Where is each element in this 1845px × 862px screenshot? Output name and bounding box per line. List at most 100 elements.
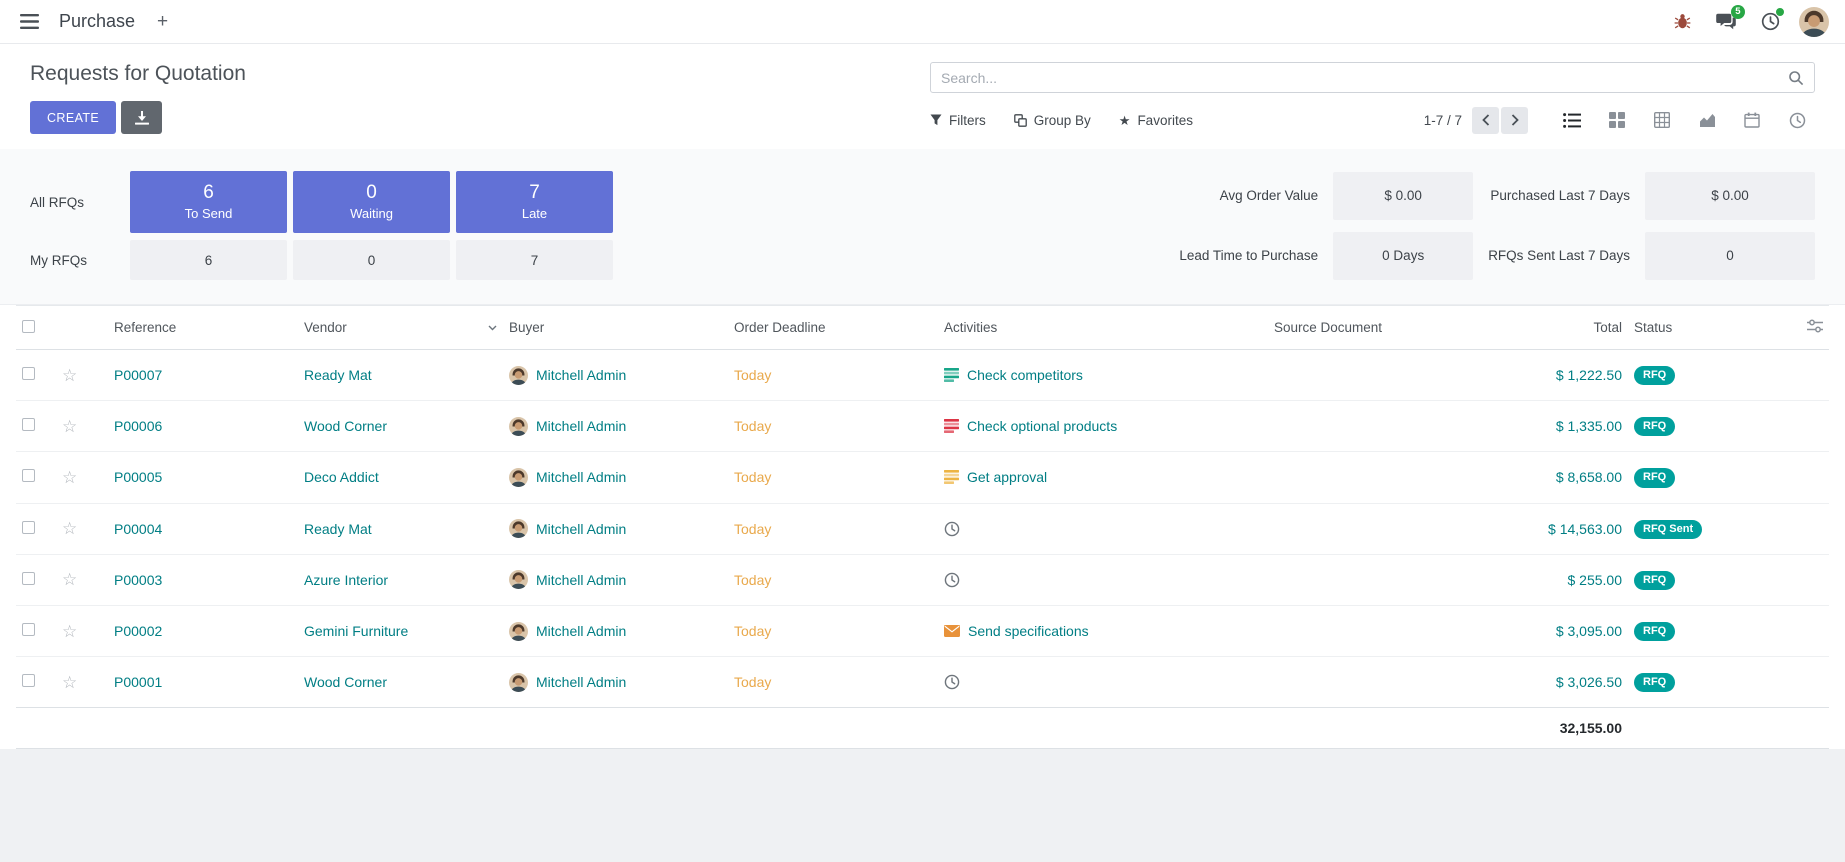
row-checkbox[interactable] [22, 418, 35, 431]
app-name[interactable]: Purchase [59, 11, 135, 32]
header-status[interactable]: Status [1628, 306, 1778, 350]
rfqs-sent-last-7-days[interactable]: 0 [1645, 232, 1815, 280]
row-checkbox[interactable] [22, 572, 35, 585]
reference-link[interactable]: P00003 [114, 572, 162, 588]
filters-button[interactable]: Filters [930, 113, 986, 128]
favorite-star-icon[interactable]: ☆ [62, 673, 77, 692]
calendar-view-icon[interactable] [1734, 105, 1770, 135]
user-avatar[interactable] [1799, 7, 1829, 37]
header-reference[interactable]: Reference [108, 306, 298, 350]
reference-link[interactable]: P00004 [114, 521, 162, 537]
header-vendor[interactable]: Vendor [298, 306, 503, 350]
row-checkbox[interactable] [22, 623, 35, 636]
activity-link[interactable]: Check competitors [967, 367, 1083, 383]
row-checkbox[interactable] [22, 469, 35, 482]
vendor-link[interactable]: Ready Mat [304, 521, 372, 537]
pager-previous-button[interactable] [1472, 107, 1499, 134]
avg-order-value[interactable]: $ 0.00 [1333, 172, 1473, 220]
buyer-link[interactable]: Mitchell Admin [536, 674, 626, 690]
row-checkbox[interactable] [22, 674, 35, 687]
table-row[interactable]: ☆ P00004 Ready Mat Mitchell Admin Today … [16, 503, 1829, 554]
schedule-activity-clock-icon[interactable] [944, 572, 960, 588]
reference-link[interactable]: P00002 [114, 623, 162, 639]
new-tab-button[interactable]: + [151, 11, 174, 33]
pivot-view-icon[interactable] [1644, 105, 1680, 135]
kanban-view-icon[interactable] [1599, 105, 1635, 135]
activity-type-tasks-icon[interactable] [944, 470, 959, 484]
favorite-star-icon[interactable]: ☆ [62, 570, 77, 589]
header-order-deadline[interactable]: Order Deadline [728, 306, 938, 350]
vendor-link[interactable]: Deco Addict [304, 469, 379, 485]
list-view-icon[interactable] [1554, 105, 1590, 135]
activity-link[interactable]: Send specifications [968, 623, 1089, 639]
activity-type-email-icon[interactable] [944, 625, 960, 637]
activity-link[interactable]: Get approval [967, 469, 1047, 485]
table-row[interactable]: ☆ P00002 Gemini Furniture Mitchell Admin… [16, 605, 1829, 656]
debug-bug-icon[interactable] [1667, 7, 1697, 37]
favorites-button[interactable]: ★ Favorites [1119, 113, 1193, 128]
buyer-link[interactable]: Mitchell Admin [536, 623, 626, 639]
optional-columns-icon[interactable] [1807, 319, 1823, 333]
row-checkbox[interactable] [22, 367, 35, 380]
lead-time-value[interactable]: 0 Days [1333, 232, 1473, 280]
reference-link[interactable]: P00007 [114, 367, 162, 383]
favorite-star-icon[interactable]: ☆ [62, 519, 77, 538]
header-source-document[interactable]: Source Document [1268, 306, 1518, 350]
control-panel: Requests for Quotation CREATE [0, 44, 1845, 149]
select-all-checkbox[interactable] [22, 320, 35, 333]
buyer-link[interactable]: Mitchell Admin [536, 572, 626, 588]
buyer-link[interactable]: Mitchell Admin [536, 469, 626, 485]
lead-time-label: Lead Time to Purchase [1179, 248, 1318, 263]
header-buyer[interactable]: Buyer [503, 306, 728, 350]
header-activities[interactable]: Activities [938, 306, 1268, 350]
table-row[interactable]: ☆ P00006 Wood Corner Mitchell Admin Toda… [16, 401, 1829, 452]
search-input[interactable] [931, 63, 1778, 92]
vendor-link[interactable]: Ready Mat [304, 367, 372, 383]
messages-menu-icon[interactable]: 5 [1711, 7, 1741, 37]
activity-view-icon[interactable] [1779, 105, 1815, 135]
schedule-activity-clock-icon[interactable] [944, 674, 960, 690]
table-row[interactable]: ☆ P00005 Deco Addict Mitchell Admin Toda… [16, 452, 1829, 503]
favorite-star-icon[interactable]: ☆ [62, 366, 77, 385]
waiting-card[interactable]: 0 Waiting [293, 171, 450, 233]
group-by-button[interactable]: Group By [1014, 113, 1091, 128]
buyer-link[interactable]: Mitchell Admin [536, 418, 626, 434]
to-send-card[interactable]: 6 To Send [130, 171, 287, 233]
search-icon[interactable] [1778, 70, 1814, 86]
buyer-link[interactable]: Mitchell Admin [536, 367, 626, 383]
schedule-activity-clock-icon[interactable] [944, 521, 960, 537]
create-button[interactable]: CREATE [30, 101, 116, 134]
favorite-star-icon[interactable]: ☆ [62, 417, 77, 436]
header-total[interactable]: Total [1518, 306, 1628, 350]
graph-view-icon[interactable] [1689, 105, 1725, 135]
rfq-list: Reference Vendor Buyer Order Deadline Ac… [0, 305, 1845, 749]
vendor-link[interactable]: Wood Corner [304, 418, 387, 434]
table-row[interactable]: ☆ P00003 Azure Interior Mitchell Admin T… [16, 554, 1829, 605]
table-row[interactable]: ☆ P00007 Ready Mat Mitchell Admin Today … [16, 350, 1829, 401]
activity-type-tasks-icon[interactable] [944, 419, 959, 433]
vendor-link[interactable]: Azure Interior [304, 572, 388, 588]
row-checkbox[interactable] [22, 521, 35, 534]
status-badge: RFQ [1634, 622, 1675, 641]
reference-link[interactable]: P00006 [114, 418, 162, 434]
my-to-send-card[interactable]: 6 [130, 240, 287, 280]
activities-menu-icon[interactable] [1755, 7, 1785, 37]
my-waiting-card[interactable]: 0 [293, 240, 450, 280]
buyer-link[interactable]: Mitchell Admin [536, 521, 626, 537]
export-button[interactable] [121, 101, 162, 134]
favorite-star-icon[interactable]: ☆ [62, 468, 77, 487]
late-card[interactable]: 7 Late [456, 171, 613, 233]
purchased-last-7-days[interactable]: $ 0.00 [1645, 172, 1815, 220]
vendor-link[interactable]: Gemini Furniture [304, 623, 408, 639]
apps-menu-icon[interactable] [16, 10, 43, 33]
table-row[interactable]: ☆ P00001 Wood Corner Mitchell Admin Toda… [16, 657, 1829, 708]
my-late-card[interactable]: 7 [456, 240, 613, 280]
favorite-star-icon[interactable]: ☆ [62, 622, 77, 641]
to-send-label: To Send [185, 206, 233, 221]
vendor-link[interactable]: Wood Corner [304, 674, 387, 690]
reference-link[interactable]: P00005 [114, 469, 162, 485]
activity-type-tasks-icon[interactable] [944, 368, 959, 382]
reference-link[interactable]: P00001 [114, 674, 162, 690]
pager-next-button[interactable] [1501, 107, 1528, 134]
activity-link[interactable]: Check optional products [967, 418, 1117, 434]
